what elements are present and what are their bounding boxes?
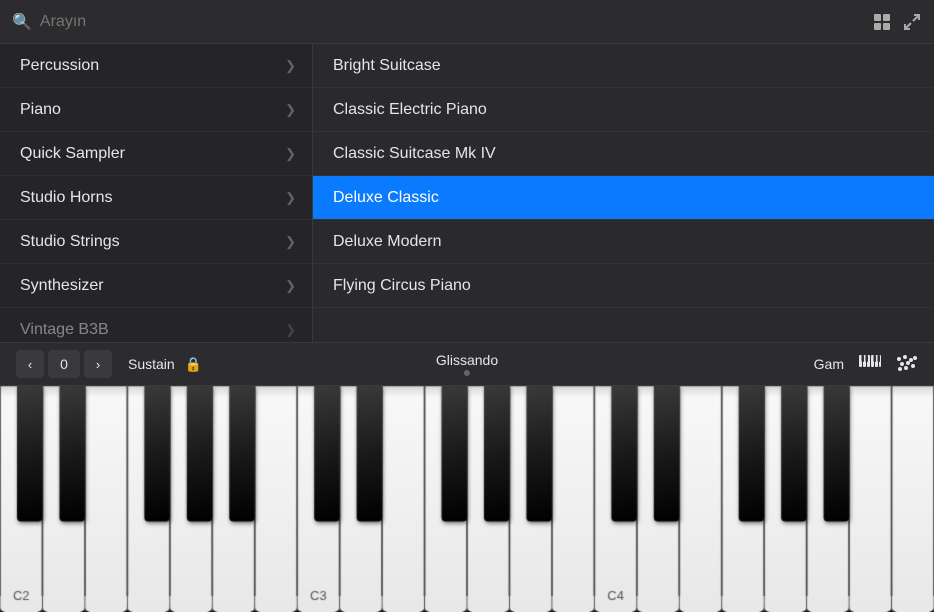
grid-view-button[interactable] bbox=[872, 12, 892, 32]
octave-controls: ‹ 0 › Sustain 🔒 bbox=[16, 350, 202, 378]
chevron-right-icon: ❯ bbox=[285, 146, 296, 162]
sidebar-item-studio-strings[interactable]: Studio Strings ❯ bbox=[0, 220, 312, 264]
sidebar-item-vintage-b3b[interactable]: Vintage B3B ❯ bbox=[0, 308, 312, 342]
search-icon: 🔍 bbox=[12, 12, 32, 32]
gam-label: Gam bbox=[814, 356, 844, 372]
glissando-label: Glissando bbox=[436, 352, 498, 368]
sidebar-item-studio-horns[interactable]: Studio Horns ❯ bbox=[0, 176, 312, 220]
piano-keys-icon bbox=[858, 354, 882, 374]
chevron-right-icon: ❯ bbox=[285, 322, 296, 338]
expand-icon bbox=[902, 12, 922, 32]
octave-number: 0 bbox=[48, 350, 80, 378]
piano-view-button[interactable] bbox=[858, 354, 882, 374]
menu-item-flying-circus-piano[interactable]: Flying Circus Piano bbox=[313, 264, 934, 308]
lock-icon: 🔒 bbox=[185, 356, 202, 373]
scatter-dots-icon bbox=[896, 354, 918, 374]
menu-item-classic-suitcase-mk-iv[interactable]: Classic Suitcase Mk IV bbox=[313, 132, 934, 176]
sidebar-item-piano[interactable]: Piano ❯ bbox=[0, 88, 312, 132]
menu-item-classic-electric-piano[interactable]: Classic Electric Piano bbox=[313, 88, 934, 132]
sidebar-item-quick-sampler[interactable]: Quick Sampler ❯ bbox=[0, 132, 312, 176]
chevron-right-icon: ❯ bbox=[285, 58, 296, 74]
search-right-actions bbox=[872, 12, 922, 32]
chevron-right-icon: ❯ bbox=[285, 278, 296, 294]
sidebar: Percussion ❯ Piano ❯ Quick Sampler ❯ Stu… bbox=[0, 44, 313, 342]
scatter-view-button[interactable] bbox=[896, 354, 918, 374]
octave-up-button[interactable]: › bbox=[84, 350, 112, 378]
chevron-right-icon: ❯ bbox=[285, 190, 296, 206]
menu-item-bright-suitcase[interactable]: Bright Suitcase bbox=[313, 44, 934, 88]
expand-button[interactable] bbox=[902, 12, 922, 32]
search-bar: 🔍 bbox=[0, 0, 934, 44]
sidebar-item-synthesizer[interactable]: Synthesizer ❯ bbox=[0, 264, 312, 308]
main-content: Percussion ❯ Piano ❯ Quick Sampler ❯ Stu… bbox=[0, 44, 934, 342]
right-controls: Gam bbox=[814, 354, 918, 374]
menu-item-deluxe-modern[interactable]: Deluxe Modern bbox=[313, 220, 934, 264]
glissando-dot bbox=[464, 370, 470, 376]
menu-item-deluxe-classic[interactable]: Deluxe Classic bbox=[313, 176, 934, 220]
search-input[interactable] bbox=[40, 13, 864, 31]
chevron-right-icon: ❯ bbox=[285, 102, 296, 118]
submenu-panel: Bright Suitcase Classic Electric Piano C… bbox=[313, 44, 934, 342]
piano-section: ‹ 0 › Sustain 🔒 Glissando Gam bbox=[0, 342, 934, 612]
chevron-right-icon: ❯ bbox=[285, 234, 296, 250]
glissando-control: Glissando bbox=[436, 352, 498, 376]
octave-down-button[interactable]: ‹ bbox=[16, 350, 44, 378]
sidebar-item-percussion[interactable]: Percussion ❯ bbox=[0, 44, 312, 88]
sustain-label: Sustain bbox=[128, 356, 175, 372]
piano-keyboard[interactable] bbox=[0, 386, 934, 612]
controls-bar: ‹ 0 › Sustain 🔒 Glissando Gam bbox=[0, 342, 934, 386]
grid-icon bbox=[872, 12, 892, 32]
